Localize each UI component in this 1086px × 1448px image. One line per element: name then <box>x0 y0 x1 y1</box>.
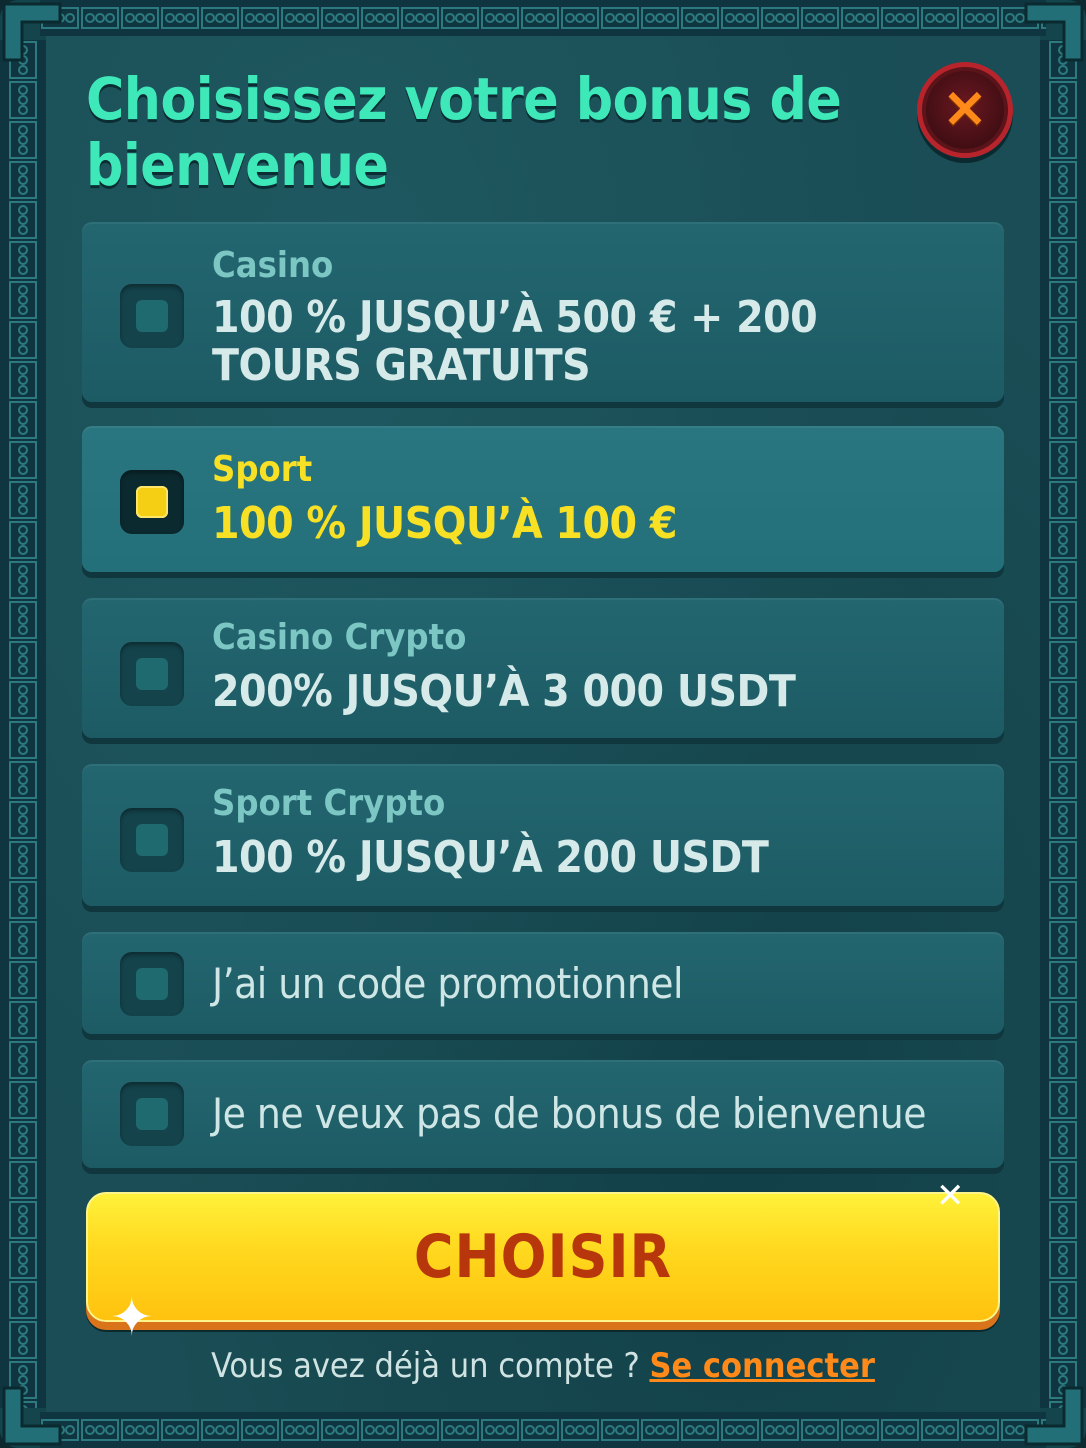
decorative-border-top <box>40 0 1046 36</box>
login-link[interactable]: Se connecter <box>649 1346 874 1386</box>
bonus-option-category: Casino Crypto <box>212 617 467 658</box>
dialog-title: Choisissez votre bonus de bienvenue <box>86 65 842 199</box>
bonus-option-checkbox[interactable] <box>120 642 184 706</box>
bonus-option-checkbox[interactable] <box>120 808 184 872</box>
bonus-option-sport-crypto[interactable]: Sport Crypto 100 % JUSQU’À 200 USDT <box>82 764 1004 906</box>
login-prompt: Vous avez déjà un compte ? Se connecter <box>0 1344 1086 1388</box>
sparkle-icon: ✦ <box>110 1288 154 1348</box>
bonus-option-promo-code[interactable]: J’ai un code promotionnel <box>82 932 1004 1034</box>
bonus-option-checkbox[interactable] <box>120 952 184 1016</box>
close-icon: × <box>941 75 989 140</box>
bonus-option-text: Je ne veux pas de bonus de bienvenue <box>212 1089 927 1138</box>
bonus-option-checkbox[interactable] <box>120 284 184 348</box>
bonus-option-text: J’ai un code promotionnel <box>212 959 684 1008</box>
bonus-option-casino[interactable]: Casino 100 % JUSQU’À 500 € + 200 TOURS G… <box>82 222 1004 402</box>
bonus-option-category: Sport <box>212 449 313 490</box>
choose-button-label: CHOISIR <box>413 1222 673 1292</box>
bonus-option-checkbox[interactable] <box>120 470 184 534</box>
bonus-option-sport[interactable]: Sport 100 % JUSQU’À 100 € <box>82 426 1004 572</box>
login-prompt-text: Vous avez déjà un compte ? <box>211 1346 650 1386</box>
bonus-option-category: Casino <box>212 245 334 286</box>
bonus-option-category: Sport Crypto <box>212 783 446 824</box>
decorative-border-left <box>0 40 46 1408</box>
bonus-option-checkbox[interactable] <box>120 1082 184 1146</box>
bonus-option-text: 100 % JUSQU’À 100 € <box>212 498 677 549</box>
choose-button[interactable]: CHOISIR <box>86 1192 1000 1322</box>
bonus-option-no-bonus[interactable]: Je ne veux pas de bonus de bienvenue <box>82 1060 1004 1168</box>
bonus-option-text: 200% JUSQU’À 3 000 USDT <box>212 666 796 717</box>
bonus-option-casino-crypto[interactable]: Casino Crypto 200% JUSQU’À 3 000 USDT <box>82 598 1004 738</box>
decorative-border-bottom <box>40 1412 1046 1448</box>
bonus-option-text: 100 % JUSQU’À 200 USDT <box>212 832 769 883</box>
close-button[interactable]: × <box>917 62 1013 158</box>
sparkle-icon: ✕ <box>936 1176 965 1216</box>
bonus-option-text: 100 % JUSQU’À 500 € + 200 TOURS GRATUITS <box>212 292 818 391</box>
decorative-border-right <box>1040 40 1086 1408</box>
